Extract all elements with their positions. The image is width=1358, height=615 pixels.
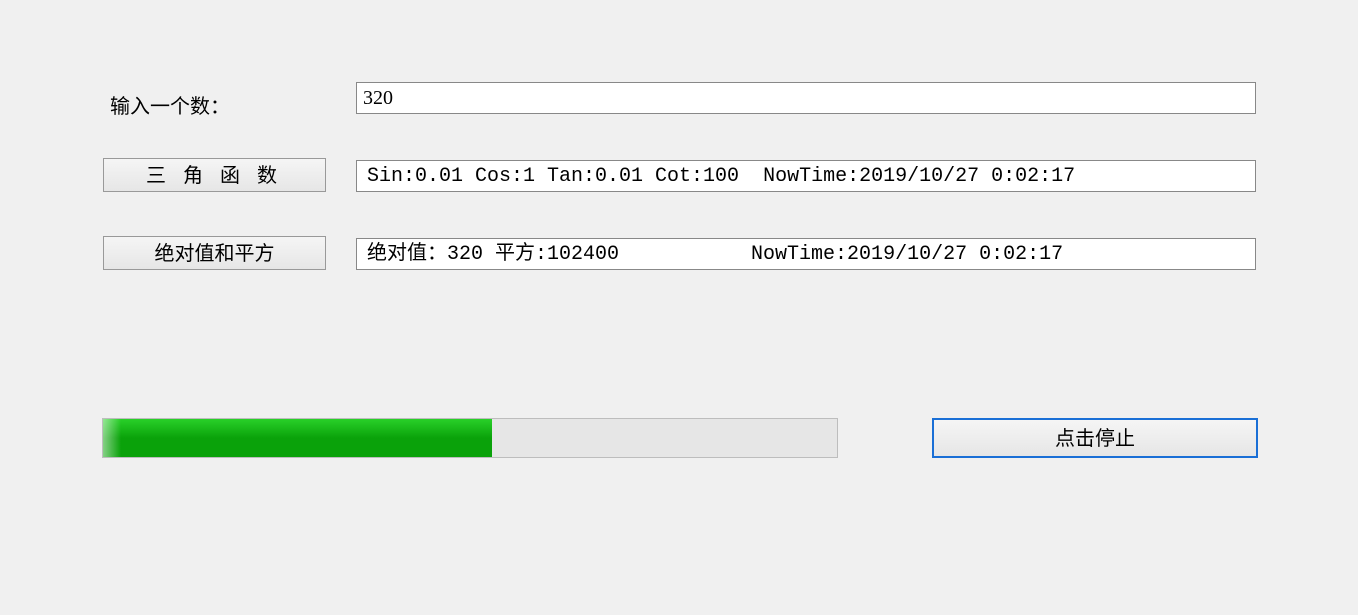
progress-bar xyxy=(102,418,838,458)
trig-button[interactable]: 三 角 函 数 xyxy=(103,158,326,192)
trig-output: Sin:0.01 Cos:1 Tan:0.01 Cot:100 NowTime:… xyxy=(356,160,1256,192)
progress-bar-fill xyxy=(103,419,492,457)
input-number-label: 输入一个数： xyxy=(110,90,230,119)
stop-button[interactable]: 点击停止 xyxy=(932,418,1258,458)
abs-square-output: 绝对值：320 平方:102400 NowTime:2019/10/27 0:0… xyxy=(356,238,1256,270)
input-number-field[interactable] xyxy=(356,82,1256,114)
abs-square-button[interactable]: 绝对值和平方 xyxy=(103,236,326,270)
